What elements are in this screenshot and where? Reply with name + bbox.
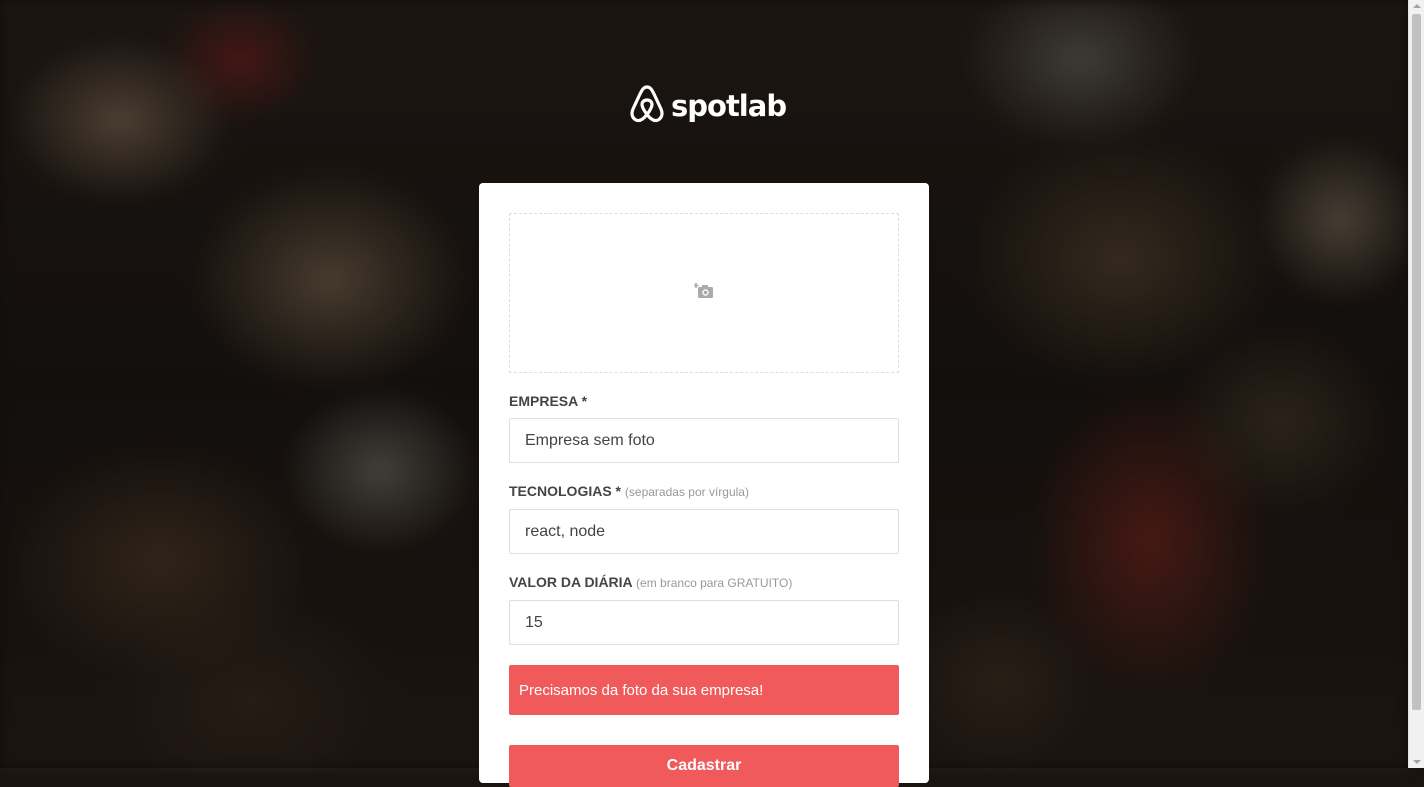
scroll-up-arrow-icon[interactable] <box>1413 4 1421 8</box>
new-spot-form: EMPRESA * TECNOLOGIAS * (separadas por v… <box>479 183 929 787</box>
price-input[interactable] <box>509 600 899 645</box>
camera-add-icon <box>693 282 714 305</box>
airbnb-logo-icon <box>629 84 665 129</box>
techs-hint: (separadas por vírgula) <box>624 485 749 499</box>
error-message: Precisamos da foto da sua empresa! <box>509 665 899 715</box>
company-label: EMPRESA * <box>509 393 588 409</box>
scrollbar-thumb[interactable] <box>1412 14 1421 710</box>
price-hint: (em branco para GRATUITO) <box>636 576 793 590</box>
scrollbar[interactable] <box>1408 0 1424 768</box>
thumbnail-upload[interactable] <box>509 213 899 373</box>
techs-label: TECNOLOGIAS * (separadas por vírgula) <box>509 483 749 499</box>
company-input[interactable] <box>509 418 899 463</box>
scroll-down-arrow-icon[interactable] <box>1413 760 1421 764</box>
brand-name: spotlab <box>671 89 787 123</box>
price-label: VALOR DA DIÁRIA (em branco para GRATUITO… <box>509 574 793 590</box>
brand-logo: spotlab <box>629 84 787 129</box>
techs-input[interactable] <box>509 509 899 554</box>
submit-button[interactable]: Cadastrar <box>509 745 899 787</box>
